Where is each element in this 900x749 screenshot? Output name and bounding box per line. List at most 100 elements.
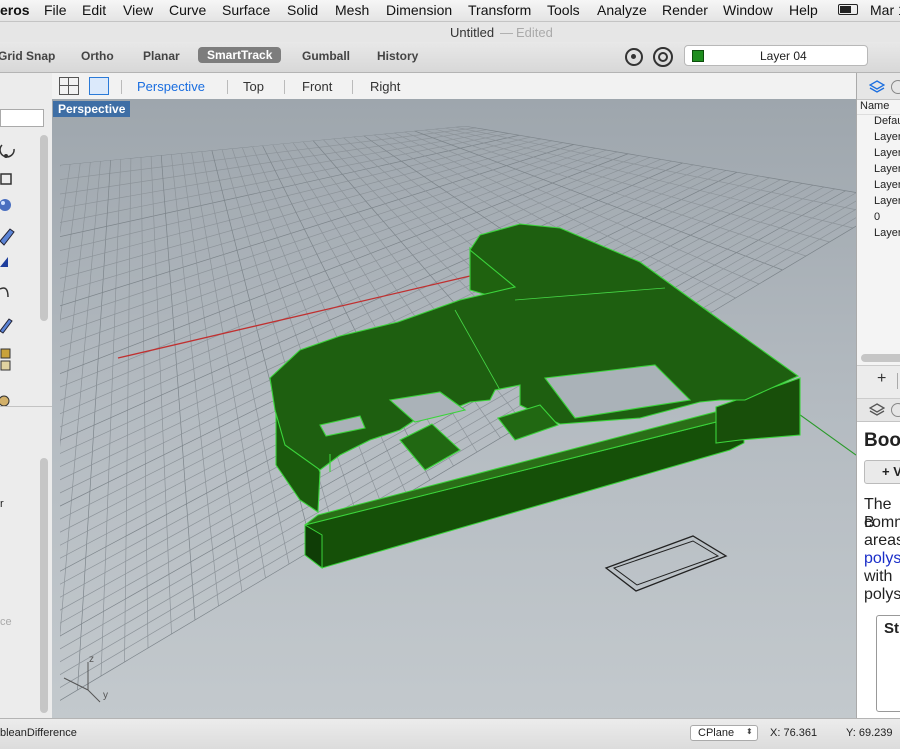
footer-separator [897,373,898,389]
tab-separator [121,80,122,94]
menu-file[interactable]: File [44,2,67,18]
right-side-panel: Name Defau Layer Layer Layer Layer Layer… [856,73,900,718]
menu-edit[interactable]: Edit [82,2,106,18]
smarttrack-toggle[interactable]: SmartTrack [198,47,282,63]
toolbox-scrollbar[interactable] [40,135,48,321]
document-state: Edited [516,25,553,40]
properties-icon[interactable] [891,80,900,94]
help-video-button-label: + V [882,464,900,479]
tool-sphere-icon [0,199,11,211]
help-text-line: with [864,568,893,585]
help-steps-box: St [876,615,900,712]
layers-scrollbar[interactable] [861,354,900,362]
tab-separator [352,80,353,94]
single-view-layout-icon[interactable] [89,77,109,95]
viewport-title[interactable]: Perspective [53,101,131,117]
layer-row[interactable]: Layer [874,131,900,143]
status-bar: bleanDifference CPlane ⬍ X: 76.361 Y: 69… [0,718,900,749]
layer-row[interactable]: Layer [874,179,900,191]
menu-window[interactable]: Window [723,2,773,18]
help-info-icon[interactable] [891,403,900,417]
menu-help[interactable]: Help [789,2,818,18]
grid-snap-toggle[interactable]: Grid Snap [0,49,55,63]
battery-icon[interactable] [838,4,858,15]
menu-surface[interactable]: Surface [222,2,270,18]
cplane-selector[interactable]: CPlane ⬍ [690,725,758,741]
help-video-button[interactable]: + V [864,460,900,484]
tool-ball-icon [0,395,10,407]
layer-row[interactable]: Layer [874,147,900,159]
menu-curve[interactable]: Curve [169,2,206,18]
menu-solid[interactable]: Solid [287,2,318,18]
help-text-line: areas [864,532,900,549]
menu-dimension[interactable]: Dimension [386,2,452,18]
tab-top[interactable]: Top [243,79,264,94]
layer-row[interactable]: Layer [874,227,900,239]
tool-frame-icon [0,173,12,185]
document-title: Untitled [450,25,495,40]
title-separator: — [500,25,513,40]
tool-gear-icon [0,348,11,371]
help-link[interactable]: polys [864,550,900,568]
tab-perspective[interactable]: Perspective [137,79,205,94]
help-text-line: polys [864,586,900,603]
layer-row[interactable]: Defau [874,115,900,127]
panel-label: r [0,498,4,510]
help-title: Bool [864,430,900,451]
help-text-line: comm [864,514,900,531]
menu-transform[interactable]: Transform [468,2,531,18]
help-steps-heading: St [884,620,899,637]
layer-row[interactable]: Layer [874,163,900,175]
menu-render[interactable]: Render [662,2,708,18]
axis-z-label: z [89,654,94,665]
add-layer-icon[interactable]: + [877,370,886,388]
axis-y-label: y [103,690,108,701]
tab-front[interactable]: Front [302,79,332,94]
tool-rotate-icon [0,144,15,158]
osnap-icon[interactable] [625,48,643,66]
tool-icons[interactable] [0,137,16,417]
menu-view[interactable]: View [123,2,153,18]
help-panel-header [857,399,900,422]
current-layer-label: Layer 04 [760,49,807,63]
viewport-canvas[interactable]: z y [52,99,856,718]
command-input[interactable] [0,109,44,127]
planar-toggle[interactable]: Planar [143,49,180,63]
y-coordinate: Y: 69.239 [846,727,893,739]
history-toggle[interactable]: History [377,49,418,63]
window-title-bar: Untitled — Edited [0,22,900,42]
perspective-viewport[interactable]: z y [52,99,856,718]
viewport-tab-bar: Perspective Top Front Right [52,73,856,100]
menubar-clock[interactable]: Mar 1 [870,2,900,18]
last-command: bleanDifference [0,727,77,739]
tool-bend-icon [0,287,9,298]
layer-row[interactable]: 0 [874,211,880,223]
help-content: Bool + V The B comm areas polys with pol… [857,422,900,718]
layers-footer: + [857,365,900,399]
tab-right[interactable]: Right [370,79,400,94]
menu-tools[interactable]: Tools [547,2,580,18]
layers-name-column[interactable]: Name [860,100,889,112]
chevron-updown-icon: ⬍ [746,727,753,736]
help-layers-icon[interactable] [869,403,885,417]
gumball-toggle[interactable]: Gumball [302,49,350,63]
current-layer-selector[interactable]: Layer 04 [684,45,868,66]
tool-arrow-icon [0,257,8,267]
menu-mesh[interactable]: Mesh [335,2,369,18]
menu-bar: eros File Edit View Curve Surface Solid … [0,0,900,22]
panel-label-faded: ce [0,616,12,628]
four-view-layout-icon[interactable] [59,77,79,95]
app-menu[interactable]: eros [0,2,30,18]
layers-icon[interactable] [869,80,885,94]
toolbox-divider [0,406,52,407]
panel-scrollbar[interactable] [40,458,48,713]
layers-panel-header [857,73,900,100]
menu-analyze[interactable]: Analyze [597,2,647,18]
layer-color-swatch [692,50,704,62]
layer-row[interactable]: Layer [874,195,900,207]
record-icon[interactable] [653,47,673,67]
tool-pencil-icon [0,228,15,246]
left-toolbox: r ce [0,73,53,718]
tab-separator [284,80,285,94]
ortho-toggle[interactable]: Ortho [81,49,114,63]
